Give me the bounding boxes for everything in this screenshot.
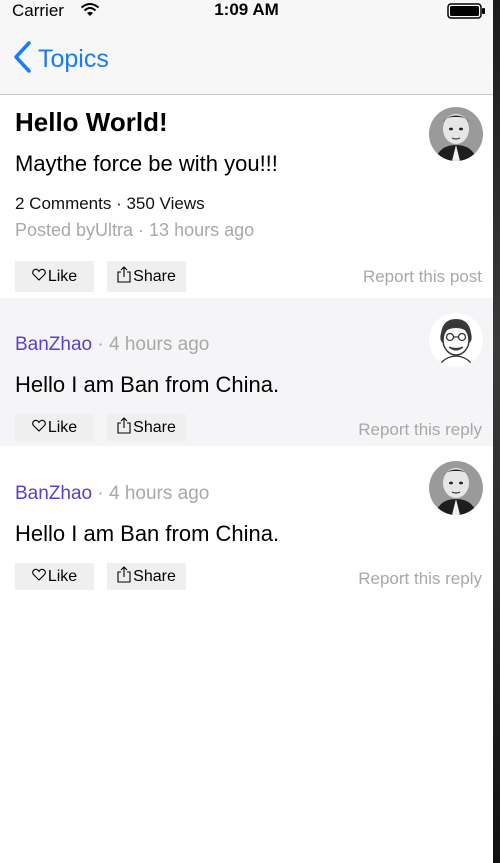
like-label: Like [47,567,78,585]
status-time: 1:09 AM [214,0,279,19]
edge-strip [493,0,500,863]
reply-header: BanZhao · 4 hours ago [15,334,209,356]
avatar[interactable] [429,313,483,367]
status-bar: Carrier 1:09 AM [0,0,493,22]
back-button[interactable]: Topics [12,40,109,79]
reply-username[interactable]: BanZhao [15,334,92,355]
reply-username[interactable]: BanZhao [15,483,92,504]
reply-timestamp: · 4 hours ago [92,334,210,355]
post-body: Maythe force be with you!!! [15,151,278,176]
topic-detail-screen: Carrier 1:09 AM Topics Hello World! Mayt… [0,0,493,863]
heart-icon [31,568,46,586]
reply-card: BanZhao · 4 hours ago Hello I am Ban fro… [0,446,493,596]
empty-content-area [0,596,493,863]
like-label: Like [47,418,78,436]
share-label: Share [133,267,176,285]
reply-body: Hello I am Ban from China. [15,372,280,397]
chevron-left-icon [12,40,32,79]
share-button[interactable]: Share [107,261,186,292]
share-icon [117,265,131,288]
avatar[interactable] [429,107,483,161]
reply-header: BanZhao · 4 hours ago [15,483,209,505]
post-meta: Posted byUltra · 13 hours ago [15,220,255,240]
report-reply-link[interactable]: Report this reply [358,569,482,589]
share-label: Share [133,567,176,585]
avatar[interactable] [429,461,483,515]
reply-body: Hello I am Ban from China. [15,521,280,546]
like-label: Like [47,267,78,285]
share-icon [117,416,131,439]
reply-timestamp: · 4 hours ago [92,483,210,504]
share-button[interactable]: Share [107,414,186,441]
report-reply-link[interactable]: Report this reply [358,420,482,440]
post-stats: 2 Comments · 350 Views [15,194,205,213]
share-button[interactable]: Share [107,563,186,590]
like-button[interactable]: Like [15,563,94,590]
reply-card: BanZhao · 4 hours ago Hello I am Ban fro… [0,298,493,446]
battery-icon [447,3,487,24]
post-title: Hello World! [15,107,168,137]
share-label: Share [133,418,176,436]
back-label: Topics [38,45,109,73]
post-card: Hello World! Maythe force be with you!!!… [0,95,493,298]
navigation-bar: Topics [0,22,493,95]
like-button[interactable]: Like [15,414,94,441]
report-post-link[interactable]: Report this post [363,267,482,287]
share-icon [117,565,131,588]
like-button[interactable]: Like [15,261,94,292]
heart-icon [31,268,46,286]
heart-icon [31,419,46,437]
